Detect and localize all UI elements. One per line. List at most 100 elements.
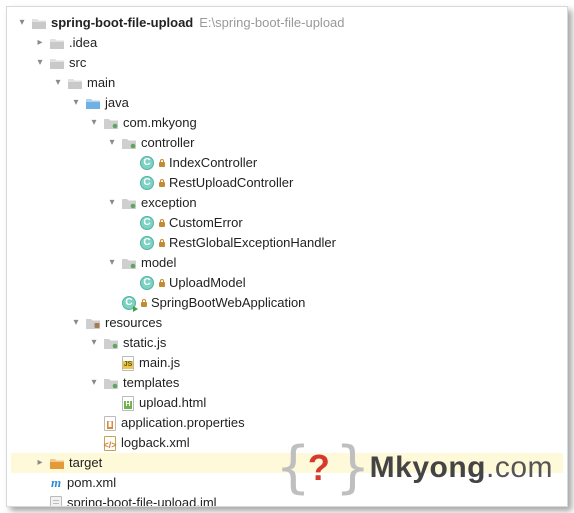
tree-label: model — [141, 253, 176, 273]
properties-file-icon: ▮ — [103, 415, 117, 431]
tree-label: templates — [123, 373, 179, 393]
tree-row[interactable]: CCustomError — [11, 213, 563, 233]
tree-row[interactable]: ▾ java — [11, 93, 563, 113]
tree-label: com.mkyong — [123, 113, 197, 133]
tree-label: main — [87, 73, 115, 93]
java-class-icon: C — [139, 175, 155, 191]
expand-down-icon[interactable]: ▾ — [33, 56, 47, 70]
package-icon — [121, 255, 137, 271]
tree-row[interactable]: C IndexController — [11, 153, 563, 173]
tree-row[interactable]: </> logback.xml — [11, 433, 563, 453]
folder-icon — [67, 75, 83, 91]
folder-icon — [31, 15, 47, 31]
tree-row[interactable]: ▾ static.js — [11, 333, 563, 353]
expand-down-icon[interactable]: ▾ — [87, 336, 101, 350]
tree-label: src — [69, 53, 86, 73]
expand-down-icon[interactable]: ▾ — [105, 136, 119, 150]
tree-row[interactable]: C UploadModel — [11, 273, 563, 293]
lock-icon — [159, 279, 165, 287]
xml-file-icon: </> — [103, 435, 117, 451]
tree-label: static.js — [123, 333, 166, 353]
tree-row[interactable]: C SpringBootWebApplication — [11, 293, 563, 313]
lock-icon — [159, 159, 165, 167]
arrow-spacer — [87, 416, 101, 430]
tree-row[interactable]: ▾ model — [11, 253, 563, 273]
tree-row[interactable]: ▾spring-boot-file-uploadE:\spring-boot-f… — [11, 13, 563, 33]
tree-row[interactable]: ▸ .idea — [11, 33, 563, 53]
project-tree-panel: ▾spring-boot-file-uploadE:\spring-boot-f… — [6, 6, 568, 507]
tree-row[interactable]: mpom.xml — [11, 473, 563, 493]
tree-row[interactable]: ▾ exception — [11, 193, 563, 213]
lock-icon — [141, 299, 147, 307]
tree-row[interactable]: C RestGlobalExceptionHandler — [11, 233, 563, 253]
expand-down-icon[interactable]: ▾ — [51, 76, 65, 90]
tree-row[interactable]: ▾ controller — [11, 133, 563, 153]
iml-file-icon — [49, 495, 63, 507]
java-class-icon: C — [139, 235, 155, 251]
tree-row[interactable]: ▾ src — [11, 53, 563, 73]
folder-blue-icon — [85, 95, 101, 111]
package-icon — [103, 375, 119, 391]
tree-row[interactable]: ▾ templates — [11, 373, 563, 393]
package-icon — [121, 135, 137, 151]
expand-down-icon[interactable]: ▾ — [87, 376, 101, 390]
expand-down-icon[interactable]: ▾ — [105, 256, 119, 270]
arrow-spacer — [123, 156, 137, 170]
maven-file-icon: m — [49, 475, 63, 491]
expand-right-icon[interactable]: ▸ — [33, 456, 47, 470]
arrow-spacer — [105, 296, 119, 310]
tree-label: java — [105, 93, 129, 113]
tree-label: spring-boot-file-upload.iml — [67, 493, 217, 507]
arrow-spacer — [87, 436, 101, 450]
html-file-icon: H — [121, 395, 135, 411]
expand-down-icon[interactable]: ▾ — [87, 116, 101, 130]
tree-label: RestGlobalExceptionHandler — [169, 233, 336, 253]
folder-orange-icon — [49, 455, 65, 471]
tree-label: UploadModel — [169, 273, 246, 293]
expand-right-icon[interactable]: ▸ — [33, 36, 47, 50]
package-icon — [103, 115, 119, 131]
expand-down-icon[interactable]: ▾ — [15, 16, 29, 30]
java-class-icon: C — [121, 295, 137, 311]
package-icon — [103, 335, 119, 351]
java-class-icon: C — [139, 275, 155, 291]
arrow-spacer — [105, 396, 119, 410]
tree-label: .idea — [69, 33, 97, 53]
project-path: E:\spring-boot-file-upload — [199, 13, 344, 33]
expand-down-icon[interactable]: ▾ — [69, 96, 83, 110]
folder-icon — [49, 35, 65, 51]
arrow-spacer — [105, 356, 119, 370]
tree-label: target — [69, 453, 102, 473]
tree-label: application.properties — [121, 413, 245, 433]
java-class-icon: C — [139, 155, 155, 171]
tree-label: SpringBootWebApplication — [151, 293, 305, 313]
tree-label: RestUploadController — [169, 173, 293, 193]
folder-icon — [49, 55, 65, 71]
tree-label: pom.xml — [67, 473, 116, 493]
project-tree[interactable]: ▾spring-boot-file-uploadE:\spring-boot-f… — [11, 13, 563, 507]
tree-row[interactable]: ▮application.properties — [11, 413, 563, 433]
tree-label: logback.xml — [121, 433, 190, 453]
tree-label: exception — [141, 193, 197, 213]
tree-row[interactable]: ▾ com.mkyong — [11, 113, 563, 133]
tree-row[interactable]: ▾resources — [11, 313, 563, 333]
tree-row[interactable]: C RestUploadController — [11, 173, 563, 193]
tree-row[interactable]: Hupload.html — [11, 393, 563, 413]
arrow-spacer — [123, 236, 137, 250]
tree-label: main.js — [139, 353, 180, 373]
expand-down-icon[interactable]: ▾ — [69, 316, 83, 330]
lock-icon — [159, 219, 165, 227]
expand-down-icon[interactable]: ▾ — [105, 196, 119, 210]
tree-label: controller — [141, 133, 194, 153]
tree-row[interactable]: ▸ target — [11, 453, 563, 473]
resources-folder-icon — [85, 315, 101, 331]
arrow-spacer — [123, 216, 137, 230]
arrow-spacer — [123, 176, 137, 190]
tree-label: CustomError — [169, 213, 243, 233]
tree-row[interactable]: ▾ main — [11, 73, 563, 93]
lock-icon — [159, 179, 165, 187]
tree-row[interactable]: spring-boot-file-upload.iml — [11, 493, 563, 507]
tree-row[interactable]: JSmain.js — [11, 353, 563, 373]
tree-label: IndexController — [169, 153, 257, 173]
js-file-icon: JS — [121, 355, 135, 371]
